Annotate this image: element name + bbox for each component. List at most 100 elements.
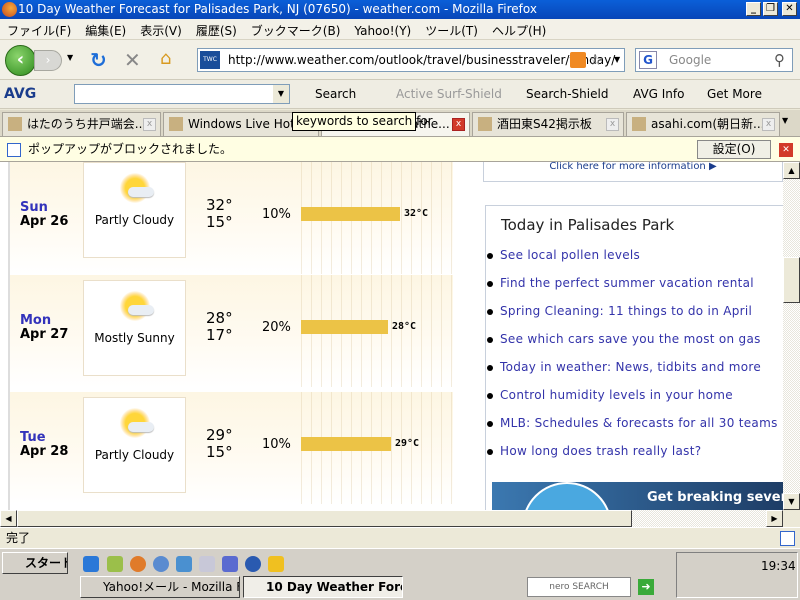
popup-status-icon[interactable] — [780, 531, 795, 546]
site-icon: TWC — [200, 51, 220, 69]
page-content: Sun Apr 26 Partly Cloudy 32° 15° 10% 32°… — [0, 162, 783, 510]
back-button[interactable]: ‹ — [5, 45, 36, 76]
forward-button[interactable]: › — [34, 50, 62, 71]
tab-list-button[interactable]: ▼ — [782, 116, 788, 125]
popup-settings-button[interactable]: 設定(O) — [697, 140, 771, 159]
sync-icon[interactable] — [176, 556, 192, 572]
status-text: 完了 — [6, 531, 31, 545]
messenger-icon[interactable] — [153, 556, 169, 572]
today-link[interactable]: See local pollen levels — [486, 248, 640, 262]
scroll-up-button[interactable]: ▲ — [783, 162, 800, 179]
reload-button[interactable]: ↻ — [90, 48, 107, 72]
tab[interactable]: asahi.com(朝日新... x — [626, 112, 780, 136]
tab-close-icon[interactable]: x — [606, 118, 619, 131]
menu-item[interactable]: Yahoo!(Y) — [347, 21, 418, 41]
low-temp: 15° — [206, 443, 233, 461]
tooltip: keywords to search for — [292, 112, 433, 131]
url-dropdown[interactable]: ▼ — [614, 49, 620, 71]
rss-icon[interactable] — [570, 52, 586, 68]
menu-item[interactable]: 編集(E) — [78, 19, 133, 42]
avg-logo[interactable]: AVG — [4, 85, 36, 103]
menu-item[interactable]: ブックマーク(B) — [244, 19, 348, 42]
scroll-right-button[interactable]: ▶ — [766, 510, 783, 527]
today-link[interactable]: Find the perfect summer vacation rental — [487, 276, 754, 290]
avg-search-button[interactable]: Search — [315, 85, 356, 103]
minimize-button[interactable]: _ — [746, 2, 761, 16]
today-link[interactable]: How long does trash really last? — [486, 444, 701, 458]
temp-bar — [301, 320, 388, 334]
history-dropdown[interactable]: ▼ — [67, 53, 73, 62]
forecast-row: Sun Apr 26 Partly Cloudy 32° 15° 10% 32°… — [10, 162, 453, 274]
url-text: http://www.weather.com/outlook/travel/bu… — [228, 53, 616, 67]
day-name: Tue — [20, 430, 46, 445]
menu-item[interactable]: ツール(T) — [418, 19, 485, 42]
condition-text: Partly Cloudy — [94, 213, 175, 227]
today-link[interactable]: Control humidity levels in your home — [487, 388, 733, 402]
today-link[interactable]: MLB: Schedules & forecasts for all 30 te… — [487, 416, 778, 430]
search-icon[interactable]: ⚲ — [774, 49, 785, 71]
taskbar-window-yahoo[interactable]: Yahoo!メール - Mozilla Fir... — [80, 576, 240, 598]
system-tray: 19:34 — [676, 552, 798, 598]
taskbar-window-weather[interactable]: 10 Day Weather Fore... — [243, 576, 403, 598]
condition-text: Mostly Sunny — [94, 331, 175, 345]
horizontal-scroll-thumb[interactable] — [17, 510, 632, 527]
popup-blocked-bar: ポップアップがブロックされました。 設定(O) ✕ — [0, 137, 800, 162]
avg-search-input[interactable]: ▼ — [74, 84, 290, 104]
search-shield-button[interactable]: Search-Shield — [526, 85, 608, 103]
temp-bar-label: 32°C — [404, 208, 429, 219]
app-icon[interactable] — [199, 556, 215, 572]
active-surf-shield-button[interactable]: Active Surf-Shield — [396, 85, 502, 103]
precip-chance: 20% — [262, 320, 291, 335]
globe-icon[interactable] — [245, 556, 261, 572]
google-icon[interactable]: G — [639, 51, 657, 69]
notepad-icon[interactable] — [107, 556, 123, 572]
media-player-icon[interactable] — [268, 556, 284, 572]
close-button[interactable]: ✕ — [782, 2, 797, 16]
menu-item[interactable]: 履歴(S) — [189, 19, 244, 42]
scroll-thumb[interactable] — [783, 257, 800, 303]
tab[interactable]: はたのうち井戸端会... x — [2, 112, 161, 136]
pc-icon[interactable] — [222, 556, 238, 572]
menu-item[interactable]: ヘルプ(H) — [485, 19, 553, 42]
temp-bar-label: 28°C — [392, 321, 417, 332]
more-info-link[interactable]: Click here for more information ▶ — [549, 162, 716, 172]
vertical-scrollbar[interactable]: ▲ ▼ — [783, 162, 800, 510]
restore-button[interactable]: ❐ — [763, 2, 778, 16]
bookmark-star-icon[interactable]: ☆ — [589, 49, 602, 71]
day-date: Apr 26 — [20, 214, 69, 229]
today-link[interactable]: Spring Cleaning: 11 things to do in Apri… — [486, 304, 752, 318]
temp-bar — [301, 437, 391, 451]
tab[interactable]: 酒田東S42掲示板 x — [472, 112, 624, 136]
tab-close-icon[interactable]: x — [143, 118, 156, 131]
favicon-icon — [632, 117, 646, 131]
nero-go-icon[interactable]: ➜ — [638, 579, 654, 595]
tab-label: Windows Live Hot... — [188, 117, 307, 131]
menu-item[interactable]: 表示(V) — [133, 19, 189, 42]
nero-search-box[interactable]: nero SEARCH — [527, 577, 631, 597]
avg-info-button[interactable]: AVG Info — [633, 85, 684, 103]
tab-close-icon[interactable]: x — [452, 118, 465, 131]
home-button[interactable]: ⌂ — [160, 48, 171, 69]
status-bar: 完了 — [0, 527, 800, 548]
scroll-left-button[interactable]: ◀ — [0, 510, 17, 527]
today-link[interactable]: See which cars save you the most on gas — [487, 332, 761, 346]
temp-bar-label: 29°C — [395, 438, 420, 449]
firefox-quicklaunch-icon[interactable] — [130, 556, 146, 572]
tab-close-icon[interactable]: x — [762, 118, 775, 131]
ie-icon[interactable] — [83, 556, 99, 572]
popup-close-icon[interactable]: ✕ — [779, 143, 793, 157]
stop-button[interactable]: ✕ — [124, 48, 141, 72]
condition-box: Mostly Sunny — [83, 280, 186, 376]
menu-item[interactable]: ファイル(F) — [0, 19, 78, 42]
severe-weather-ad[interactable]: Get breaking severe — [492, 482, 783, 510]
horizontal-scrollbar[interactable]: ◀ ▶ — [0, 510, 783, 527]
url-bar[interactable]: TWC http://www.weather.com/outlook/trave… — [197, 48, 625, 72]
get-more-button[interactable]: Get More — [707, 85, 762, 103]
scroll-down-button[interactable]: ▼ — [783, 493, 800, 510]
start-button[interactable]: スタート — [2, 552, 68, 574]
favicon-icon — [478, 117, 492, 131]
search-box[interactable]: G Google ⚲ — [635, 48, 793, 72]
today-link[interactable]: Today in weather: News, tidbits and more — [486, 360, 761, 374]
forecast-row: Mon Apr 27 Mostly Sunny 28° 17° 20% 28°C — [10, 275, 453, 387]
popup-message: ポップアップがブロックされました。 — [28, 142, 233, 156]
